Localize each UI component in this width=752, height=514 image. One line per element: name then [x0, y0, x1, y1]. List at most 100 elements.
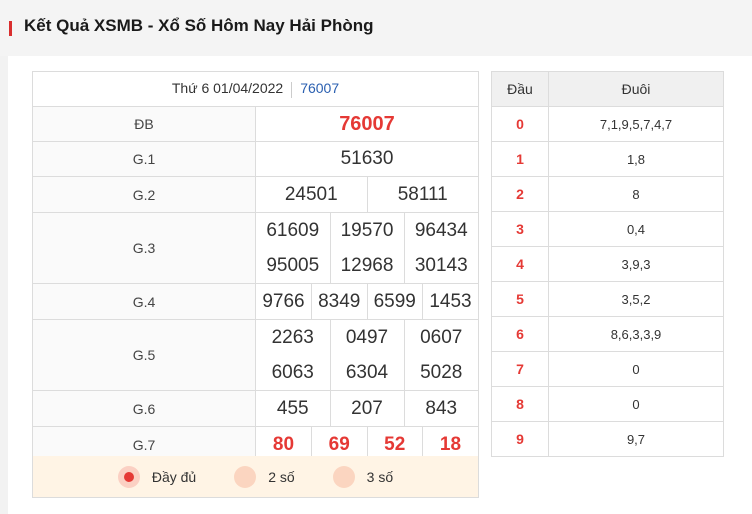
loto-header-row: Đầu Đuôi — [491, 71, 724, 107]
loto-row: 70 — [491, 351, 724, 387]
prize-col: 2263 6063 — [256, 320, 330, 390]
meta-divider — [291, 81, 293, 98]
prize-value: 455 — [276, 397, 309, 419]
loto-row: 5 3,5,2 — [491, 281, 724, 317]
prize-value: 6063 — [271, 362, 314, 383]
prize-col: 96434 30143 — [403, 213, 478, 283]
loto-duoi: 0 — [548, 386, 724, 422]
prize-value: 6304 — [345, 362, 389, 383]
prize-value: 96434 — [414, 220, 468, 241]
loto-row: 80 — [491, 386, 724, 422]
prize-row-g1: G.1 51630 — [32, 141, 479, 177]
prize-col: 19570 12968 — [329, 213, 404, 283]
option-label: 2 số — [268, 468, 295, 485]
prize-label: G.3 — [32, 212, 256, 284]
prize-value: 19570 — [340, 220, 394, 241]
prize-cells-g6: 455 207 843 — [255, 390, 479, 427]
loto-duoi: 0,4 — [548, 211, 724, 247]
prize-cells-g4: 9766 8349 6599 1453 — [255, 283, 479, 320]
prize-value: 12968 — [340, 255, 394, 276]
prize-value: 61609 — [266, 220, 320, 241]
prize-label: G.5 — [32, 319, 256, 391]
prize-value: 95005 — [266, 255, 320, 276]
loto-duoi: 1,8 — [548, 141, 724, 177]
prize-col: 0497 6304 — [329, 320, 404, 390]
loto-dau: 4 — [491, 246, 549, 282]
prize-row-db: ĐB 76007 — [32, 106, 479, 142]
draw-meta-row: Thứ 6 01/04/2022 76007 — [32, 71, 479, 107]
loto-dau: 8 — [491, 386, 549, 422]
loto-row: 0 7,1,9,5,7,4,7 — [491, 106, 724, 142]
loto-dau: 2 — [491, 176, 549, 212]
option-3-digits[interactable]: 3 số — [332, 465, 394, 488]
prize-label: G.1 — [32, 141, 256, 177]
prize-label: G.4 — [32, 283, 256, 320]
prize-cells-g2: 24501 58111 — [255, 176, 479, 213]
prize-value: 8349 — [311, 284, 367, 319]
prize-value-g1: 51630 — [255, 141, 479, 177]
draw-code-link[interactable]: 76007 — [300, 80, 339, 96]
prize-value: 30143 — [414, 255, 468, 276]
loto-row: 28 — [491, 176, 724, 212]
prize-value: 24501 — [284, 183, 338, 205]
loto-duoi: 8,6,3,3,9 — [548, 316, 724, 352]
loto-duoi: 3,9,3 — [548, 246, 724, 282]
loto-dau: 1 — [491, 141, 549, 177]
prize-value: 2263 — [271, 327, 314, 348]
draw-meta: Thứ 6 01/04/2022 76007 — [32, 71, 479, 107]
loto-dau: 6 — [491, 316, 549, 352]
loto-row: 9 9,7 — [491, 421, 724, 457]
prize-col: 61609 95005 — [256, 213, 330, 283]
option-2-digits[interactable]: 2 số — [234, 465, 295, 488]
section-header: Kết Quả XSMB - Xổ Số Hôm Nay Hải Phòng — [0, 0, 752, 56]
prize-value: 9766 — [262, 290, 305, 312]
prize-row-g6: G.6 455 207 843 — [32, 390, 479, 427]
draw-date: Thứ 6 01/04/2022 — [171, 80, 284, 97]
loto-duoi: 0 — [548, 351, 724, 387]
prize-row-g2: G.2 24501 58111 — [32, 176, 479, 213]
prize-value: 1453 — [422, 284, 478, 319]
results-table: Thứ 6 01/04/2022 76007 ĐB 76007 G.1 51630… — [32, 71, 479, 463]
loto-duoi: 8 — [548, 176, 724, 212]
loto-dau: 7 — [491, 351, 549, 387]
display-options: Đầy đủ 2 số 3 số — [32, 456, 479, 498]
prize-col: 0607 5028 — [403, 320, 478, 390]
title-accent-bar — [9, 21, 12, 36]
radio-selected-icon[interactable] — [117, 465, 140, 488]
prize-cells-g5: 2263 6063 0497 6304 0607 5028 — [255, 319, 479, 391]
prize-value: 207 — [329, 391, 404, 426]
prize-value: 843 — [403, 391, 478, 426]
prize-row-g3: G.3 61609 95005 19570 12968 96434 30143 — [32, 212, 479, 284]
prize-label: G.2 — [32, 176, 256, 213]
loto-dau: 9 — [491, 421, 549, 457]
option-full[interactable]: Đầy đủ — [117, 465, 197, 488]
loto-row: 3 0,4 — [491, 211, 724, 247]
loto-duoi: 3,5,2 — [548, 281, 724, 317]
page-title: Kết Quả XSMB - Xổ Số Hôm Nay Hải Phòng — [24, 16, 374, 35]
loto-dau: 0 — [491, 106, 549, 142]
prize-value-db: 76007 — [255, 106, 479, 142]
loto-dau: 5 — [491, 281, 549, 317]
prize-value: 0607 — [420, 327, 463, 348]
radio-icon[interactable] — [332, 465, 355, 488]
option-label: 3 số — [366, 468, 394, 485]
loto-row: 4 3,9,3 — [491, 246, 724, 282]
radio-icon[interactable] — [234, 465, 257, 488]
prize-value: 58111 — [366, 177, 478, 212]
prize-cells-g3: 61609 95005 19570 12968 96434 30143 — [255, 212, 479, 284]
loto-head-tail-table: Đầu Đuôi 0 7,1,9,5,7,4,7 1 1,8 2 8 3 0,4 4 3,9,3 5… — [491, 71, 724, 457]
loto-dau: 3 — [491, 211, 549, 247]
loto-duoi: 9,7 — [548, 421, 724, 457]
prize-row-g4: G.4 9766 8349 6599 1453 — [32, 283, 479, 320]
prize-value: 0497 — [345, 327, 389, 348]
loto-row: 1 1,8 — [491, 141, 724, 177]
loto-header-dau: Đầu — [491, 71, 549, 107]
loto-row: 6 8,6,3,3,9 — [491, 316, 724, 352]
option-label: Đầy đủ — [151, 468, 197, 485]
prize-value: 5028 — [420, 362, 463, 383]
loto-header-duoi: Đuôi — [548, 71, 724, 107]
loto-body: 0 7,1,9,5,7,4,7 1 1,8 2 8 3 0,4 4 3,9,3 5 3,5,2 6 8,6… — [491, 106, 724, 457]
loto-duoi: 7,1,9,5,7,4,7 — [548, 106, 724, 142]
prize-value: 6599 — [366, 284, 423, 319]
prize-label: ĐB — [32, 106, 256, 142]
